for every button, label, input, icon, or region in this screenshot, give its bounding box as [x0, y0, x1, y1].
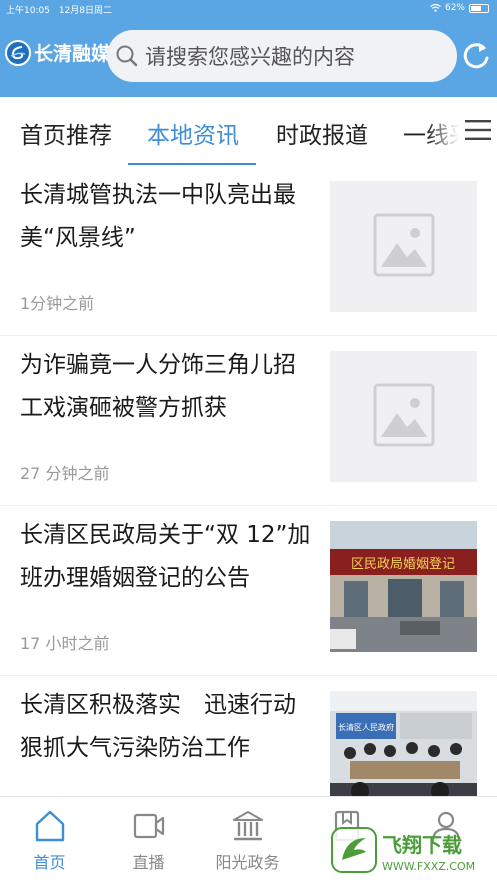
app-header: 上午10:05 12月8日周二 62% 长清融媒 请搜索您感兴趣的内容	[0, 0, 497, 97]
nav-home-label: 首页	[33, 853, 66, 872]
nav-government[interactable]: 阳光政务	[198, 797, 297, 883]
watermark-logo: 飞翔下载 WWW.FXXZ.COM	[331, 827, 475, 873]
nav-live-label: 直播	[132, 853, 165, 872]
menu-icon[interactable]	[464, 118, 492, 142]
nav-live[interactable]: 直播	[99, 797, 198, 883]
image-placeholder-icon	[373, 213, 435, 277]
tab-local-news[interactable]: 本地资讯	[147, 116, 239, 150]
battery-icon	[469, 3, 489, 13]
status-bar: 上午10:05 12月8日周二 62%	[0, 0, 497, 18]
news-title: 长清区民政局关于“双 12”加班办理婚姻登记的公告	[20, 522, 311, 591]
news-time: 27 分钟之前	[20, 464, 110, 483]
app-name: 长清融媒	[34, 43, 111, 65]
status-date: 12月8日周二	[58, 6, 112, 16]
active-tab-indicator	[128, 163, 256, 165]
image-placeholder-icon	[373, 383, 435, 447]
refresh-icon[interactable]	[462, 39, 492, 73]
wifi-icon	[430, 4, 441, 12]
meeting-screen-text: 长清区人民政府	[338, 722, 394, 732]
status-time: 上午10:05	[6, 6, 50, 16]
watermark-url: WWW.FXXZ.COM	[382, 860, 475, 873]
home-icon	[35, 810, 65, 842]
nav-home[interactable]: 首页	[0, 797, 99, 883]
building-sign-text: 区民政局婚姻登记	[351, 557, 455, 572]
search-icon	[116, 45, 138, 67]
government-icon	[233, 811, 263, 841]
logo-mark-icon	[5, 39, 31, 66]
news-item[interactable]: 长清区民政局关于“双 12”加班办理婚姻登记的公告 17 小时之前 区民政局婚姻…	[0, 506, 497, 676]
battery-percent: 62%	[444, 3, 465, 13]
news-item[interactable]: 长清城管执法一中队亮出最美“风景线” 1分钟之前	[0, 166, 497, 336]
app-logo: 长清融媒	[5, 39, 110, 66]
news-title: 长清区积极落实 迅速行动狠抓大气污染防治工作	[20, 692, 296, 761]
news-item[interactable]: 为诈骗竟一人分饰三角儿招工戏演砸被警方抓获 27 分钟之前	[0, 336, 497, 506]
watermark-text: 飞翔下载	[382, 833, 462, 857]
video-icon	[133, 813, 165, 839]
news-thumbnail	[330, 351, 477, 482]
category-tabs: 首页推荐 本地资讯 时政报道 一线采	[0, 97, 497, 166]
search-placeholder: 请搜索您感兴趣的内容	[145, 45, 355, 69]
news-title: 为诈骗竟一人分饰三角儿招工戏演砸被警方抓获	[20, 352, 296, 421]
search-bar[interactable]: 请搜索您感兴趣的内容	[107, 30, 457, 82]
nav-government-label: 阳光政务	[215, 853, 280, 872]
news-title: 长清城管执法一中队亮出最美“风景线”	[20, 182, 296, 251]
news-time: 17 小时之前	[20, 634, 110, 653]
tab-politics[interactable]: 时政报道	[276, 116, 368, 150]
tab-home-recommend[interactable]: 首页推荐	[20, 116, 112, 150]
news-time: 1分钟之前	[20, 294, 95, 313]
news-thumbnail	[330, 181, 477, 312]
news-photo-building: 区民政局婚姻登记	[330, 521, 477, 652]
